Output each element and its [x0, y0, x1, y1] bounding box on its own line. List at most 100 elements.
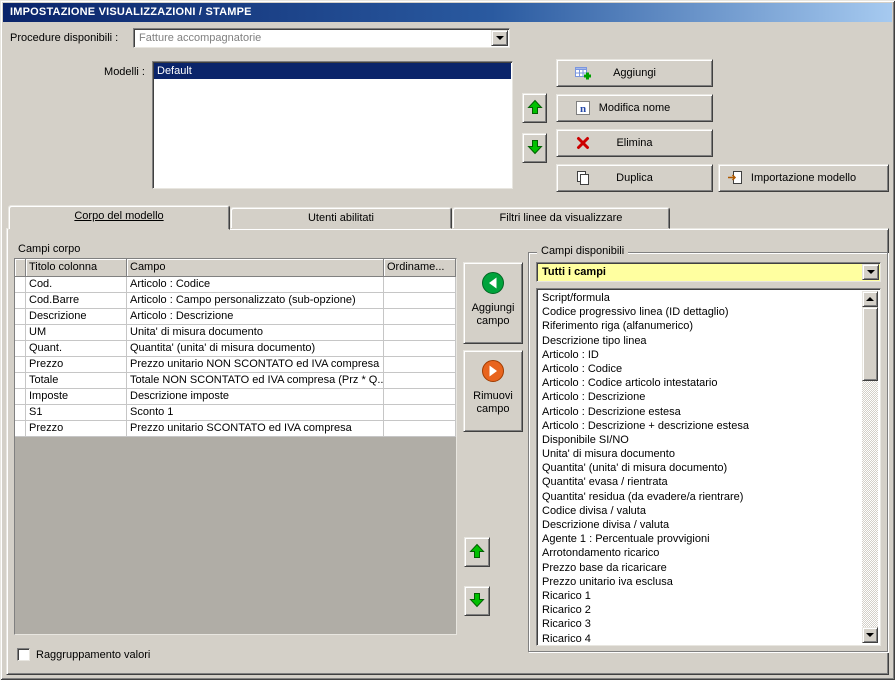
- importazione-modello-button[interactable]: Importazione modello: [718, 164, 889, 192]
- row-indicator: [15, 421, 26, 437]
- list-item[interactable]: Ricarico 4: [539, 632, 862, 644]
- list-item[interactable]: Disponibile SI/NO: [539, 433, 862, 447]
- table-cell: [384, 325, 456, 341]
- raggruppamento-label[interactable]: Raggruppamento valori: [36, 649, 150, 661]
- table-row[interactable]: Cod. Articolo : Codice: [15, 277, 456, 293]
- procedure-combobox[interactable]: Fatture accompagnatorie: [133, 28, 510, 48]
- list-item[interactable]: Articolo : Descrizione estesa: [539, 405, 862, 419]
- scrollbar-thumb[interactable]: [862, 307, 878, 381]
- list-item[interactable]: Quantita' evasa / rientrata: [539, 475, 862, 489]
- row-indicator: [15, 389, 26, 405]
- table-cell: Unita' di misura documento: [127, 325, 384, 341]
- duplica-button[interactable]: Duplica: [556, 164, 713, 192]
- procedure-label: Procedure disponibili :: [10, 32, 119, 44]
- table-row[interactable]: Imposte Descrizione imposte: [15, 389, 456, 405]
- table-cell: Imposte: [26, 389, 127, 405]
- table-cell: [384, 277, 456, 293]
- scroll-down-button[interactable]: [862, 627, 878, 643]
- list-item[interactable]: Unita' di misura documento: [539, 447, 862, 461]
- list-item[interactable]: Agente 1 : Percentuale provvigioni: [539, 532, 862, 546]
- grid-header-indicator: [15, 259, 26, 277]
- table-row[interactable]: Totale Totale NON SCONTATO ed IVA compres…: [15, 373, 456, 389]
- table-cell: Totale: [26, 373, 127, 389]
- elimina-button[interactable]: Elimina: [556, 129, 713, 157]
- procedure-combobox-value: Fatture accompagnatorie: [133, 28, 510, 48]
- scroll-up-button[interactable]: [862, 291, 878, 307]
- add-field-label: Aggiungi campo: [471, 302, 515, 327]
- remove-field-button[interactable]: Rimuovi campo: [463, 350, 523, 432]
- green-up-arrow-icon: [469, 543, 485, 562]
- chevron-down-icon: [866, 270, 875, 274]
- table-row[interactable]: Prezzo Prezzo unitario NON SCONTATO ed IV…: [15, 357, 456, 373]
- list-item[interactable]: Codice progressivo linea (ID dettaglio): [539, 305, 862, 319]
- grid-header-campo[interactable]: Campo: [127, 259, 384, 277]
- field-filter-combobox[interactable]: Tutti i campi: [536, 262, 881, 282]
- table-cell: Prezzo: [26, 421, 127, 437]
- orange-right-arrow-icon: [480, 358, 506, 387]
- model-move-up-button[interactable]: [522, 93, 547, 123]
- field-move-up-button[interactable]: [464, 537, 490, 567]
- table-row[interactable]: Quant. Quantita' (unita' di misura docume…: [15, 341, 456, 357]
- list-item[interactable]: Quantita' (unita' di misura documento): [539, 461, 862, 475]
- vertical-scrollbar[interactable]: [862, 291, 878, 643]
- grid-header-ordinamento[interactable]: Ordiname...: [384, 259, 456, 277]
- modelli-item[interactable]: Default: [154, 63, 511, 79]
- table-cell: Cod.: [26, 277, 127, 293]
- aggiungi-button[interactable]: Aggiungi: [556, 59, 713, 87]
- modelli-list[interactable]: Default: [152, 61, 513, 189]
- list-item[interactable]: Ricarico 3: [539, 617, 862, 631]
- model-move-down-button[interactable]: [522, 133, 547, 163]
- row-indicator: [15, 277, 26, 293]
- table-cell: Descrizione imposte: [127, 389, 384, 405]
- list-item[interactable]: Script/formula: [539, 291, 862, 305]
- list-item[interactable]: Ricarico 1: [539, 589, 862, 603]
- list-item[interactable]: Ricarico 2: [539, 603, 862, 617]
- grid-header-titolo-colonna[interactable]: Titolo colonna: [26, 259, 127, 277]
- row-indicator: [15, 373, 26, 389]
- list-item[interactable]: Descrizione tipo linea: [539, 334, 862, 348]
- list-item[interactable]: Riferimento riga (alfanumerico): [539, 319, 862, 333]
- table-cell: Sconto 1: [127, 405, 384, 421]
- list-item[interactable]: Prezzo unitario iva esclusa: [539, 575, 862, 589]
- field-filter-dropdown-button[interactable]: [862, 264, 879, 280]
- procedure-dropdown-button[interactable]: [491, 30, 508, 46]
- remove-field-label: Rimuovi campo: [473, 390, 513, 415]
- elimina-label: Elimina: [616, 137, 653, 149]
- table-row[interactable]: S1 Sconto 1: [15, 405, 456, 421]
- list-item[interactable]: Descrizione divisa / valuta: [539, 518, 862, 532]
- table-cell: Quant.: [26, 341, 127, 357]
- list-item[interactable]: Articolo : Codice articolo intestatario: [539, 376, 862, 390]
- row-indicator: [15, 405, 26, 421]
- tab-filtri-label: Filtri linee da visualizzare: [499, 212, 623, 224]
- modifica-nome-button[interactable]: n Modifica nome: [556, 94, 713, 122]
- table-row[interactable]: Descrizione Articolo : Descrizione: [15, 309, 456, 325]
- list-item[interactable]: Quantita' residua (da evadere/a rientrar…: [539, 490, 862, 504]
- table-cell: Articolo : Descrizione: [127, 309, 384, 325]
- field-move-down-button[interactable]: [464, 586, 490, 616]
- campi-disponibili-listbox[interactable]: Script/formula Codice progressivo linea (…: [536, 288, 881, 646]
- title-bar[interactable]: IMPOSTAZIONE VISUALIZZAZIONI / STAMPE: [3, 3, 892, 22]
- table-row[interactable]: Cod.Barre Articolo : Campo personalizzato…: [15, 293, 456, 309]
- tab-corpo-del-modello[interactable]: Corpo del modello: [8, 205, 230, 230]
- list-item[interactable]: Codice divisa / valuta: [539, 504, 862, 518]
- row-indicator: [15, 293, 26, 309]
- green-left-arrow-icon: [480, 270, 506, 299]
- list-item[interactable]: Arrotondamento ricarico: [539, 546, 862, 560]
- table-row[interactable]: UM Unita' di misura documento: [15, 325, 456, 341]
- tab-utenti-abilitati[interactable]: Utenti abilitati: [230, 207, 452, 229]
- tab-utenti-label: Utenti abilitati: [307, 212, 375, 224]
- table-cell: Cod.Barre: [26, 293, 127, 309]
- list-item[interactable]: Articolo : Codice: [539, 362, 862, 376]
- add-field-button[interactable]: Aggiungi campo: [463, 262, 523, 344]
- table-row[interactable]: Prezzo Prezzo unitario SCONTATO ed IVA co…: [15, 421, 456, 437]
- campi-corpo-grid[interactable]: Titolo colonna Campo Ordiname... Cod. Art…: [14, 258, 457, 635]
- raggruppamento-checkbox[interactable]: [17, 648, 30, 661]
- list-item[interactable]: Prezzo base da ricaricare: [539, 561, 862, 575]
- row-indicator: [15, 325, 26, 341]
- tab-filtri-linee[interactable]: Filtri linee da visualizzare: [452, 207, 670, 229]
- list-item[interactable]: Articolo : Descrizione: [539, 390, 862, 404]
- list-item[interactable]: Articolo : Descrizione + descrizione est…: [539, 419, 862, 433]
- list-item[interactable]: Articolo : ID: [539, 348, 862, 362]
- table-cell: [384, 373, 456, 389]
- duplica-label: Duplica: [616, 172, 653, 184]
